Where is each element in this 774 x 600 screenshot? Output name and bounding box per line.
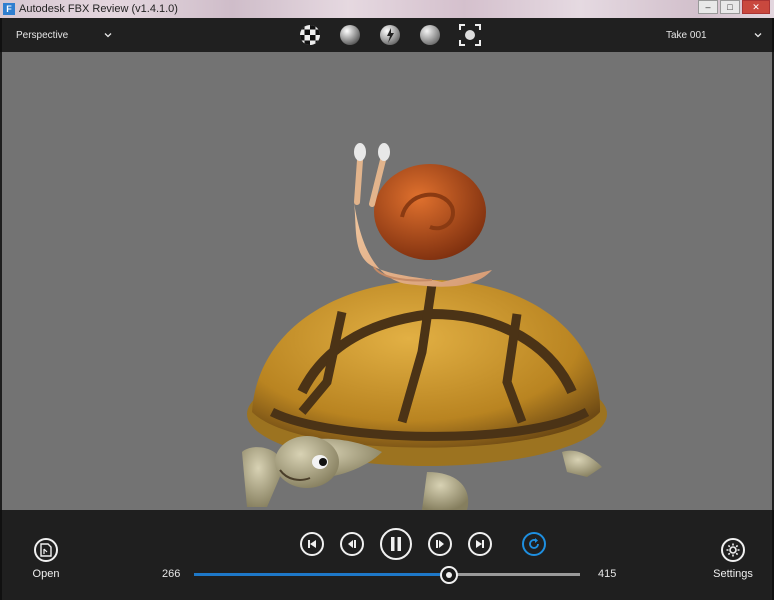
step-back-icon: [348, 540, 356, 548]
take-value: Take 001: [666, 29, 707, 41]
settings-button[interactable]: Settings: [710, 538, 756, 580]
checker-shading-button[interactable]: [298, 23, 322, 47]
playback-bar: Open 266 415 Settings: [0, 510, 774, 600]
pause-icon: [391, 537, 401, 551]
sphere-shading-icon: [420, 25, 440, 45]
chevron-down-icon: [104, 33, 112, 38]
app-icon: F: [3, 3, 15, 15]
minimize-button[interactable]: –: [698, 0, 718, 14]
step-back-button[interactable]: [340, 532, 364, 556]
smooth-shading-icon: [340, 25, 360, 45]
chevron-down-icon: [754, 33, 762, 38]
transport-controls: [292, 528, 554, 560]
checker-shading-icon: [300, 25, 320, 45]
skip-to-end-icon: [476, 540, 484, 548]
settings-label: Settings: [713, 568, 753, 580]
step-forward-icon: [436, 540, 444, 548]
frame-all-icon: [459, 24, 481, 46]
loop-button[interactable]: [522, 532, 546, 556]
title-bar: F Autodesk FBX Review (v1.4.1.0) – □ ✕: [0, 0, 774, 18]
open-file-icon: [34, 538, 58, 562]
take-select[interactable]: Take 001: [662, 26, 766, 44]
smooth-shading-button[interactable]: [338, 23, 362, 47]
sphere-shading-button[interactable]: [418, 23, 442, 47]
3d-viewport[interactable]: [2, 52, 772, 510]
top-toolbar: Perspective Take 001: [0, 18, 774, 52]
open-label: Open: [32, 568, 60, 580]
scene-model: [242, 143, 607, 510]
skip-to-start-icon: [308, 540, 316, 548]
go-to-start-button[interactable]: [300, 532, 324, 556]
gear-icon: [721, 538, 745, 562]
light-shading-icon: [380, 25, 400, 45]
shading-tools: [298, 23, 498, 47]
start-frame-label: 266: [162, 568, 181, 580]
close-button[interactable]: ✕: [742, 0, 770, 14]
timeline-thumb[interactable]: [439, 566, 458, 584]
window-title: Autodesk FBX Review (v1.4.1.0): [19, 3, 178, 15]
camera-view-select[interactable]: Perspective: [12, 26, 116, 44]
loop-icon: [529, 538, 539, 549]
timeline-progress: [194, 573, 449, 576]
maximize-button[interactable]: □: [720, 0, 740, 14]
step-forward-button[interactable]: [428, 532, 452, 556]
end-frame-label: 415: [598, 568, 617, 580]
open-button[interactable]: Open: [24, 538, 68, 580]
pause-button[interactable]: [380, 528, 412, 560]
frame-all-button[interactable]: [458, 23, 482, 47]
go-to-end-button[interactable]: [468, 532, 492, 556]
light-shading-button[interactable]: [378, 23, 402, 47]
camera-view-value: Perspective: [16, 29, 69, 41]
timeline-slider[interactable]: [194, 566, 580, 584]
